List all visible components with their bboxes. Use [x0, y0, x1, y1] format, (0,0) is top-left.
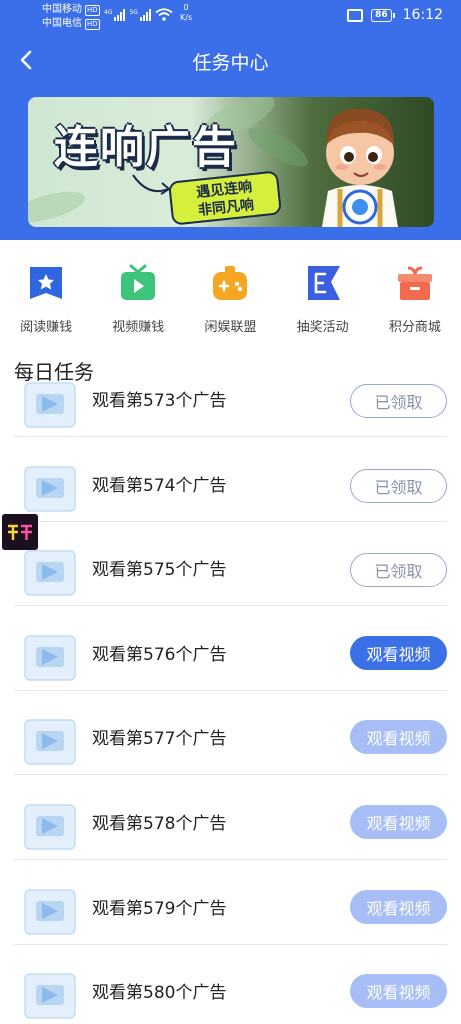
gift-box-icon — [396, 264, 434, 302]
video-thumbnail-icon — [24, 382, 76, 428]
task-label: 观看第574个广告 — [92, 475, 227, 496]
row-divider — [14, 605, 447, 607]
video-thumbnail-icon — [24, 465, 76, 512]
screen-cast-icon — [347, 8, 364, 22]
task-claimed-button[interactable]: 已领取 — [350, 553, 447, 588]
star-doc-icon — [27, 264, 65, 302]
shortcut-label: 积分商城 — [388, 320, 441, 335]
app-logo-icon — [2, 514, 38, 550]
row-divider — [14, 520, 447, 522]
task-row: 观看第580个广告 观看视频 — [0, 964, 461, 1024]
shortcut-video-earn[interactable]: 视频赚钱 — [92, 264, 184, 336]
carrier-info: 中国移动 HD 中国电信 HD — [42, 3, 100, 31]
video-thumbnail-icon — [24, 719, 76, 766]
shortcut-label: 闲娱联盟 — [204, 320, 257, 335]
tv-play-icon — [119, 264, 157, 302]
carrier-2: 中国电信 — [42, 18, 82, 29]
signal-5g-icon: 5G — [129, 9, 151, 21]
row-divider — [14, 436, 447, 437]
task-label: 观看第573个广告 — [92, 391, 227, 411]
shortcut-lottery[interactable]: 抽奖活动 — [277, 264, 369, 336]
hd-badge: HD — [85, 18, 100, 30]
net-speed: 0 K/s — [180, 3, 193, 22]
shortcut-label: 阅读赚钱 — [20, 320, 73, 335]
shortcut-label: 视频赚钱 — [112, 320, 165, 335]
video-thumbnail-icon — [24, 973, 76, 1019]
gamepad-icon — [211, 264, 249, 302]
task-row: 观看第573个广告 已领取 — [0, 372, 461, 457]
video-thumbnail-icon — [24, 635, 76, 681]
video-thumbnail-icon — [24, 804, 76, 850]
row-divider — [14, 943, 447, 945]
cartoon-boy-icon — [322, 108, 398, 227]
signal-4g-icon: 4G — [104, 9, 126, 21]
video-thumbnail-icon — [24, 888, 76, 935]
signal-icons: 4G 5G — [104, 8, 173, 21]
watch-video-button-disabled[interactable]: 观看视频 — [350, 974, 447, 1009]
shortcut-points-mall[interactable]: 积分商城 — [369, 264, 461, 336]
hd-badge: HD — [85, 4, 100, 16]
watch-video-button-disabled[interactable]: 观看视频 — [350, 889, 447, 924]
task-row: 观看第579个广告 观看视频 — [0, 880, 461, 965]
banner-title: 连响广告 — [54, 122, 238, 173]
task-claimed-button[interactable]: 已领取 — [350, 384, 447, 418]
wifi-icon — [155, 8, 173, 21]
shortcut-label: 抽奖活动 — [296, 320, 349, 335]
task-row: 观看第576个广告 观看视频 — [0, 626, 461, 711]
watch-video-button-disabled[interactable]: 观看视频 — [350, 805, 447, 839]
shortcut-read-earn[interactable]: 阅读赚钱 — [0, 264, 92, 336]
task-label: 观看第575个广告 — [92, 560, 227, 581]
task-row: 观看第577个广告 观看视频 — [0, 710, 461, 795]
task-label: 观看第577个广告 — [92, 729, 227, 750]
row-divider — [14, 859, 447, 860]
flag-icon — [304, 264, 342, 302]
promo-banner[interactable]: 连响广告 遇见连响 非同凡响 — [28, 97, 434, 227]
task-row: 观看第574个广告 已领取 — [0, 457, 461, 542]
floating-app-badge[interactable] — [2, 514, 38, 550]
task-label: 观看第579个广告 — [92, 898, 227, 919]
row-divider — [14, 774, 447, 776]
row-divider — [14, 689, 447, 691]
watch-video-button-disabled[interactable]: 观看视频 — [350, 720, 447, 755]
video-thumbnail-icon — [24, 550, 76, 596]
clock: 16:12 — [402, 7, 443, 23]
carrier-1: 中国移动 — [42, 4, 82, 15]
task-claimed-button[interactable]: 已领取 — [350, 468, 447, 503]
battery-level: 86 — [371, 8, 392, 22]
status-bar: 中国移动 HD 中国电信 HD 4G 5G 0 K/s 86 16:12 — [0, 0, 461, 34]
shortcut-game-union[interactable]: 闲娱联盟 — [184, 264, 276, 336]
task-row: 观看第575个广告 已领取 — [0, 541, 461, 626]
task-row: 观看第578个广告 观看视频 — [0, 795, 461, 880]
battery-icon: 86 — [371, 8, 395, 22]
shortcut-grid: 阅读赚钱 视频赚钱 闲娱联盟 抽奖活动 积分商城 — [0, 264, 461, 336]
task-label: 观看第576个广告 — [92, 644, 227, 665]
nav-bar: 任务中心 — [0, 40, 461, 80]
task-label: 观看第578个广告 — [92, 814, 227, 834]
watch-video-button[interactable]: 观看视频 — [350, 635, 447, 670]
task-label: 观看第580个广告 — [92, 983, 227, 1004]
page-title: 任务中心 — [192, 52, 269, 74]
